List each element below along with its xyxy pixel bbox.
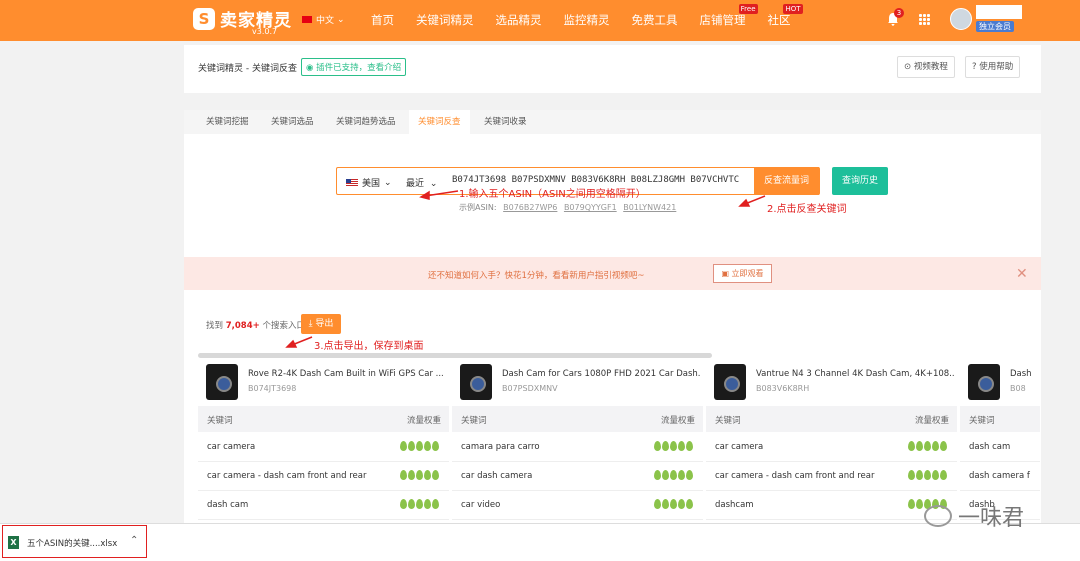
- keyword-text: dashcam: [715, 500, 754, 510]
- watch-now-button[interactable]: ▣ 立即观看: [713, 264, 772, 283]
- product-title[interactable]: Dash: [1010, 369, 1080, 379]
- results-summary: 找到 7,084+ 个搜索入口: [206, 321, 305, 331]
- keyword-text: car camera - dash cam front and rear: [207, 471, 367, 481]
- keyword-column-label: 关键词: [969, 416, 995, 426]
- keyword-row[interactable]: car camera: [198, 433, 449, 462]
- weight-column-label: 流量权重: [406, 416, 441, 426]
- column-header: 关键词 流量权重: [198, 406, 449, 432]
- product-title[interactable]: Dash Cam for Cars 1080P FHD 2021 Car Das…: [502, 369, 700, 379]
- product-asin: B074JT3698: [248, 384, 297, 393]
- keyword-text: dash cam: [969, 442, 1011, 452]
- wechat-icon: [924, 505, 952, 527]
- product-image[interactable]: [206, 364, 238, 400]
- watermark-text: 一味君: [958, 506, 1025, 531]
- watermark: 一味君: [924, 500, 1024, 532]
- keyword-text: car video: [461, 500, 501, 510]
- keyword-row[interactable]: car dash camera: [452, 462, 703, 491]
- product-image[interactable]: [460, 364, 492, 400]
- keyword-text: car camera: [207, 442, 256, 452]
- weight-column-label: 流量权重: [914, 416, 949, 426]
- keyword-text: camara para carro: [461, 442, 540, 452]
- keyword-text: car dash camera: [461, 471, 533, 481]
- traffic-weight-icons: [653, 499, 693, 509]
- keyword-row[interactable]: dash camera f: [960, 462, 1040, 491]
- traffic-weight-icons: [653, 441, 693, 451]
- product-title[interactable]: Vantrue N4 3 Channel 4K Dash Cam, 4K+108…: [756, 369, 954, 379]
- keyword-column-label: 关键词: [461, 416, 487, 426]
- keyword-row[interactable]: car video: [452, 491, 703, 520]
- keyword-row[interactable]: dashcam: [706, 491, 957, 520]
- results-count: 7,084+: [225, 321, 260, 331]
- video-icon: ▣: [721, 269, 729, 278]
- excel-icon: X: [8, 536, 19, 549]
- column-header: 关键词 流量权重: [452, 406, 703, 432]
- product-image[interactable]: [968, 364, 1000, 400]
- keyword-column-label: 关键词: [207, 416, 233, 426]
- chevron-up-icon[interactable]: ⌃: [130, 535, 138, 546]
- product-image[interactable]: [714, 364, 746, 400]
- column-header: 关键词 流量权重: [706, 406, 957, 432]
- keyword-row[interactable]: dash cam: [960, 433, 1040, 462]
- keyword-text: dash camera f: [969, 471, 1030, 481]
- download-item[interactable]: X 五个ASIN的关键....xlsx ⌃: [2, 525, 147, 558]
- traffic-weight-icons: [907, 441, 947, 451]
- product-asin: B083V6K8RH: [756, 384, 810, 393]
- keyword-row[interactable]: camara para carro: [452, 433, 703, 462]
- download-file-name: 五个ASIN的关键....xlsx: [27, 539, 118, 549]
- column-header: 关键词: [960, 406, 1040, 432]
- product-card[interactable]: Dash Cam for Cars 1080P FHD 2021 Car Das…: [452, 362, 703, 404]
- keyword-column-label: 关键词: [715, 416, 741, 426]
- product-card[interactable]: Dash B08: [960, 362, 1040, 404]
- export-button[interactable]: ⤓ 导出: [301, 314, 341, 334]
- product-asin: B07PSDXMNV: [502, 384, 558, 393]
- keyword-text: dash cam: [207, 500, 249, 510]
- traffic-weight-icons: [907, 470, 947, 480]
- weight-column-label: 流量权重: [660, 416, 695, 426]
- tip-banner-text: 还不知道如何入手？快花1分钟，看看新用户指引视频吧~: [428, 271, 645, 281]
- traffic-weight-icons: [653, 470, 693, 480]
- product-title[interactable]: Rove R2-4K Dash Cam Built in WiFi GPS Ca…: [248, 369, 446, 379]
- keyword-row[interactable]: car camera - dash cam front and rear: [198, 462, 449, 491]
- traffic-weight-icons: [399, 470, 439, 480]
- traffic-weight-icons: [399, 499, 439, 509]
- horizontal-scrollbar[interactable]: [198, 353, 712, 358]
- keyword-row[interactable]: car camera: [706, 433, 957, 462]
- close-icon[interactable]: ✕: [1016, 266, 1028, 282]
- product-asin: B08: [1010, 384, 1026, 393]
- keyword-text: car camera: [715, 442, 764, 452]
- download-icon: ⤓: [308, 319, 313, 329]
- traffic-weight-icons: [399, 441, 439, 451]
- download-bar: [0, 523, 1080, 561]
- keyword-text: car camera - dash cam front and rear: [715, 471, 875, 481]
- keyword-row[interactable]: dash cam: [198, 491, 449, 520]
- product-card[interactable]: Vantrue N4 3 Channel 4K Dash Cam, 4K+108…: [706, 362, 957, 404]
- product-card[interactable]: Rove R2-4K Dash Cam Built in WiFi GPS Ca…: [198, 362, 449, 404]
- keyword-row[interactable]: car camera - dash cam front and rear: [706, 462, 957, 491]
